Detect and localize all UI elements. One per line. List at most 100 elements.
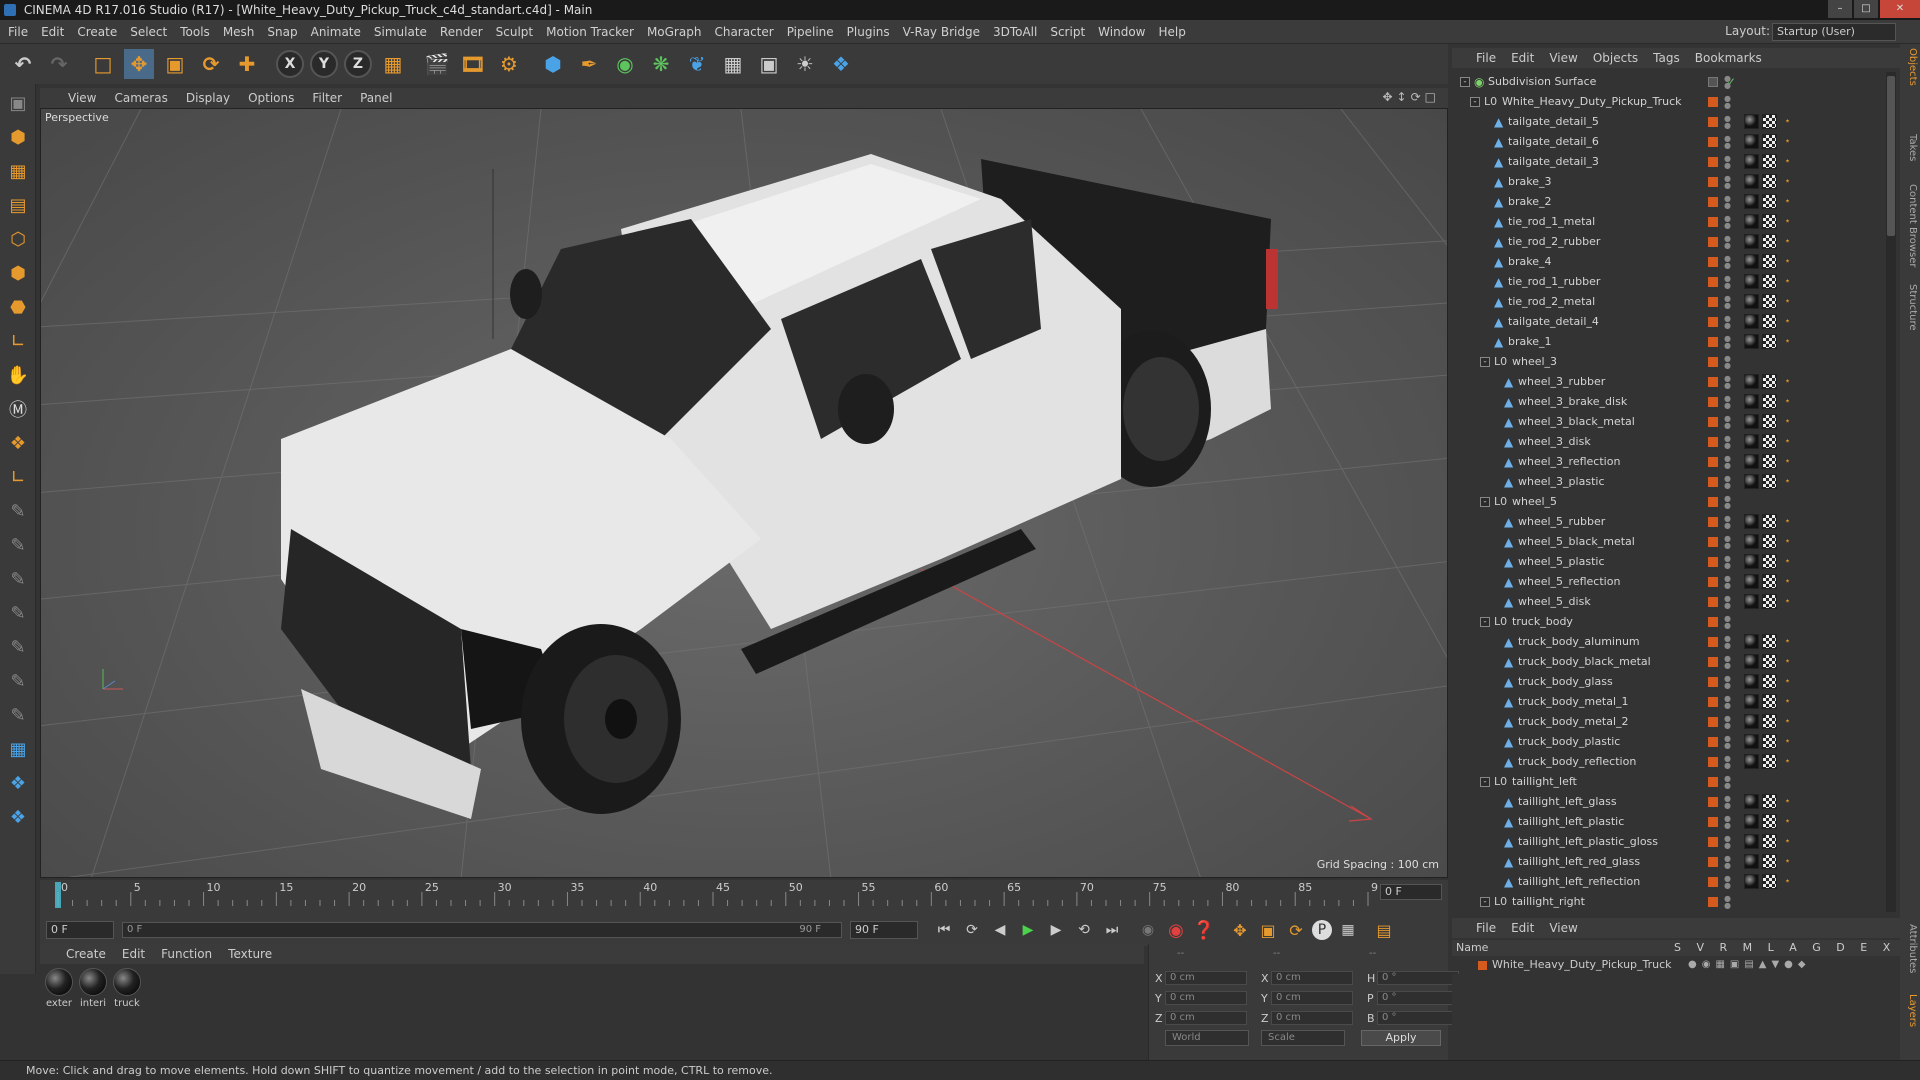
visibility-dots-icon[interactable]: ● ●: [1724, 75, 1731, 90]
next-key-icon[interactable]: ⟲: [1072, 918, 1096, 942]
texture-tag-icon[interactable]: [1762, 854, 1777, 869]
coordinate-space-select[interactable]: World: [1165, 1030, 1249, 1046]
material-tag-icon[interactable]: [1744, 794, 1759, 809]
rotation-h-field[interactable]: 0 °: [1377, 971, 1459, 985]
object-row[interactable]: ▲ wheel_5_disk ● ● ⋆: [1452, 592, 1886, 612]
playhead[interactable]: [55, 882, 61, 908]
object-row[interactable]: ▲ truck_body_glass ● ● ⋆: [1452, 672, 1886, 692]
visibility-dots-icon[interactable]: ● ●: [1724, 195, 1731, 210]
visibility-dots-icon[interactable]: ● ●: [1724, 395, 1731, 410]
visibility-dots-icon[interactable]: ● ●: [1724, 515, 1731, 530]
layer-color-icon[interactable]: [1708, 237, 1718, 247]
layer-color-icon[interactable]: [1708, 757, 1718, 767]
light-icon[interactable]: ☀: [790, 49, 820, 79]
visibility-dots-icon[interactable]: ● ●: [1724, 595, 1731, 610]
material-tag-icon[interactable]: [1744, 134, 1759, 149]
visibility-dots-icon[interactable]: ● ●: [1724, 295, 1731, 310]
material-tag-icon[interactable]: [1744, 534, 1759, 549]
rotation-b-field[interactable]: 0 °: [1377, 1011, 1459, 1025]
phong-tag-icon[interactable]: ⋆: [1780, 214, 1795, 229]
points-mode-icon[interactable]: ⬡: [3, 224, 33, 254]
viewport-navigation-icons[interactable]: ✥↕⟳□: [1382, 90, 1440, 104]
material-tag-icon[interactable]: [1744, 574, 1759, 589]
sculpt-brush-icon[interactable]: ✎: [3, 496, 33, 526]
material-tag-icon[interactable]: [1744, 454, 1759, 469]
material-tag-icon[interactable]: [1744, 874, 1759, 889]
phong-tag-icon[interactable]: ⋆: [1780, 154, 1795, 169]
layer-color-icon[interactable]: [1708, 777, 1718, 787]
visibility-dots-icon[interactable]: ● ●: [1724, 455, 1731, 470]
maximize-button[interactable]: □: [1854, 0, 1878, 18]
phong-tag-icon[interactable]: ⋆: [1780, 574, 1795, 589]
phong-tag-icon[interactable]: ⋆: [1780, 874, 1795, 889]
object-menu-view[interactable]: View: [1549, 51, 1577, 65]
menu-select[interactable]: Select: [130, 25, 167, 39]
expand-toggle-icon[interactable]: -: [1480, 617, 1490, 627]
menu-window[interactable]: Window: [1098, 25, 1145, 39]
layer-color-icon[interactable]: [1708, 537, 1718, 547]
texture-tag-icon[interactable]: [1762, 654, 1777, 669]
key-rotation-icon[interactable]: ⟳: [1284, 918, 1308, 942]
visibility-dots-icon[interactable]: ● ●: [1724, 695, 1731, 710]
texture-tag-icon[interactable]: [1762, 414, 1777, 429]
object-menu-tags[interactable]: Tags: [1653, 51, 1680, 65]
texture-tag-icon[interactable]: [1762, 394, 1777, 409]
menu-3dtoall[interactable]: 3DToAll: [993, 25, 1037, 39]
expand-toggle-icon[interactable]: -: [1470, 97, 1480, 107]
layer-color-icon[interactable]: [1708, 617, 1718, 627]
texture-tag-icon[interactable]: [1762, 794, 1777, 809]
camera-icon[interactable]: ▣: [754, 49, 784, 79]
phong-tag-icon[interactable]: ⋆: [1780, 794, 1795, 809]
layer-color-icon[interactable]: [1708, 317, 1718, 327]
visibility-dots-icon[interactable]: ● ●: [1724, 275, 1731, 290]
layer-menu-edit[interactable]: Edit: [1511, 921, 1534, 935]
layer-color-icon[interactable]: [1708, 437, 1718, 447]
layer-color-icon[interactable]: [1708, 257, 1718, 267]
phong-tag-icon[interactable]: ⋆: [1780, 534, 1795, 549]
timeline-ruler[interactable]: 0 5 10 15 20 25 30 35 40 45 50 55 60 65 70 75 80 85 90: [48, 880, 1378, 914]
rotate-tool-icon[interactable]: ⟳: [196, 49, 226, 79]
snap-icon[interactable]: Ⓜ: [3, 394, 33, 424]
viewport-menu-panel[interactable]: Panel: [360, 91, 392, 105]
sculpt-mask-icon[interactable]: ✎: [3, 700, 33, 730]
menu-tools[interactable]: Tools: [180, 25, 210, 39]
phong-tag-icon[interactable]: ⋆: [1780, 594, 1795, 609]
visibility-dots-icon[interactable]: ● ●: [1724, 535, 1731, 550]
menu-simulate[interactable]: Simulate: [374, 25, 427, 39]
object-menu-file[interactable]: File: [1476, 51, 1496, 65]
menu-animate[interactable]: Animate: [311, 25, 361, 39]
layout-select[interactable]: Startup (User): [1772, 23, 1896, 41]
layer-color-icon[interactable]: [1708, 577, 1718, 587]
texture-tag-icon[interactable]: [1762, 434, 1777, 449]
material-tag-icon[interactable]: [1744, 554, 1759, 569]
phong-tag-icon[interactable]: ⋆: [1780, 234, 1795, 249]
texture-tag-icon[interactable]: [1762, 734, 1777, 749]
visibility-dots-icon[interactable]: ● ●: [1724, 635, 1731, 650]
phong-tag-icon[interactable]: ⋆: [1780, 114, 1795, 129]
sculpt-inflate-icon[interactable]: ✎: [3, 632, 33, 662]
frame-range-slider[interactable]: 0 F 90 F: [122, 922, 842, 938]
phong-tag-icon[interactable]: ⋆: [1780, 514, 1795, 529]
make-editable-icon[interactable]: ▣: [3, 88, 33, 118]
next-frame-icon[interactable]: ▶: [1044, 918, 1068, 942]
menu-mograph[interactable]: MoGraph: [647, 25, 702, 39]
object-row[interactable]: ▲ tie_rod_1_rubber ● ● ⋆: [1452, 272, 1886, 292]
layer-menu-file[interactable]: File: [1476, 921, 1496, 935]
z-axis-button[interactable]: Z: [344, 50, 372, 78]
layer-color-icon[interactable]: [1708, 597, 1718, 607]
phong-tag-icon[interactable]: ⋆: [1780, 134, 1795, 149]
edges-mode-icon[interactable]: ⬢: [3, 258, 33, 288]
layer-color-icon[interactable]: [1708, 717, 1718, 727]
menu-script[interactable]: Script: [1050, 25, 1085, 39]
visibility-dots-icon[interactable]: ● ●: [1724, 555, 1731, 570]
material-menu-function[interactable]: Function: [161, 947, 212, 961]
texture-tag-icon[interactable]: [1762, 254, 1777, 269]
object-row[interactable]: ▲ taillight_left_glass ● ● ⋆: [1452, 792, 1886, 812]
menu-character[interactable]: Character: [714, 25, 773, 39]
move-tool-icon[interactable]: ✥: [124, 49, 154, 79]
tab-structure[interactable]: Structure: [1902, 284, 1918, 331]
scale-tool-icon[interactable]: ▣: [160, 49, 190, 79]
texture-tag-icon[interactable]: [1762, 214, 1777, 229]
layer-color-icon[interactable]: [1708, 737, 1718, 747]
start-frame-field[interactable]: 0 F: [46, 921, 114, 939]
